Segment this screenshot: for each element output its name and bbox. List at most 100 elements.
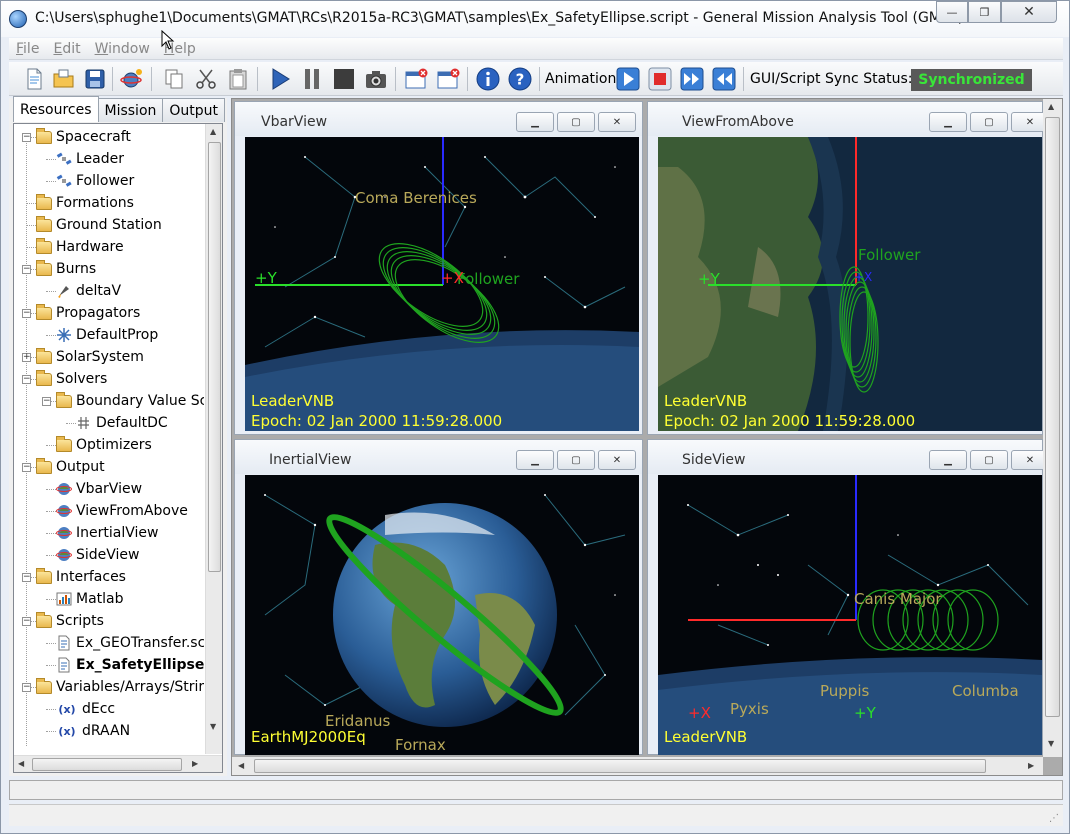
- scroll-right-arrow-icon[interactable]: ▶: [192, 759, 198, 768]
- tab-mission[interactable]: Mission: [97, 98, 164, 122]
- collapse-icon[interactable]: −: [22, 375, 31, 384]
- collapse-icon[interactable]: −: [22, 265, 31, 274]
- mdi-vertical-thumb[interactable]: [1045, 117, 1060, 717]
- close-button[interactable]: ✕: [1001, 1, 1057, 23]
- resize-grip-icon[interactable]: ⋰: [1049, 813, 1059, 824]
- tree-item-ground-station[interactable]: Ground Station: [36, 214, 162, 236]
- tab-resources[interactable]: Resources: [13, 96, 99, 122]
- vbarview-minimize-button[interactable]: ▁: [516, 112, 554, 132]
- tree-horizontal-thumb[interactable]: [32, 758, 182, 771]
- save-icon[interactable]: [82, 66, 108, 92]
- tree-item-hardware[interactable]: Hardware: [36, 236, 124, 258]
- sideview-maximize-button[interactable]: ▢: [970, 450, 1008, 470]
- tree-item-follower[interactable]: Follower: [56, 170, 134, 192]
- mdi-vertical-scrollbar[interactable]: ▲ ▼: [1043, 99, 1062, 757]
- info-icon[interactable]: [475, 66, 501, 92]
- close-children-icon[interactable]: [403, 66, 429, 92]
- menu-file[interactable]: File: [9, 41, 46, 57]
- menu-window[interactable]: Window: [88, 41, 157, 57]
- scroll-up-arrow-icon[interactable]: ▲: [210, 127, 216, 136]
- scroll-up-arrow-icon[interactable]: ▲: [1048, 102, 1054, 111]
- tree-item-defaultdc[interactable]: DefaultDC: [76, 412, 168, 434]
- collapse-icon[interactable]: −: [22, 617, 31, 626]
- collapse-icon[interactable]: −: [22, 463, 31, 472]
- tree-item-solarsystem[interactable]: SolarSystem: [36, 346, 144, 368]
- scroll-down-arrow-icon[interactable]: ▼: [1048, 739, 1054, 748]
- viewfromabove-maximize-button[interactable]: ▢: [970, 112, 1008, 132]
- run-icon[interactable]: [267, 66, 293, 92]
- tree-item-ex-safetyellipse-s[interactable]: Ex_SafetyEllipse.s: [56, 654, 204, 676]
- new-script-icon[interactable]: [21, 66, 47, 92]
- tree-item-optimizers[interactable]: Optimizers: [56, 434, 152, 456]
- mdi-horizontal-thumb[interactable]: [254, 759, 986, 773]
- tree-item-variables-arrays-strir[interactable]: Variables/Arrays/Strir: [36, 676, 204, 698]
- animation-stop-icon[interactable]: [647, 66, 673, 92]
- stop-icon[interactable]: [331, 66, 357, 92]
- minimize-button[interactable]: —: [936, 1, 968, 23]
- inertialview-maximize-button[interactable]: ▢: [557, 450, 595, 470]
- animation-slower-icon[interactable]: [711, 66, 737, 92]
- tree-item-interfaces[interactable]: Interfaces: [36, 566, 126, 588]
- cut-icon[interactable]: [193, 66, 219, 92]
- tree-vertical-thumb[interactable]: [208, 142, 221, 572]
- tree-item-ex-geotransfer-scr[interactable]: Ex_GEOTransfer.scr: [56, 632, 204, 654]
- tree-item-viewfromabove[interactable]: ViewFromAbove: [56, 500, 188, 522]
- scroll-down-arrow-icon[interactable]: ▼: [210, 722, 216, 731]
- pause-icon[interactable]: [299, 66, 325, 92]
- tree-item-burns[interactable]: Burns: [36, 258, 96, 280]
- tree-item-solvers[interactable]: Solvers: [36, 368, 107, 390]
- viewfromabove-window[interactable]: ViewFromAbove ▁ ▢ ✕ Follower +Y +X Leade…: [647, 101, 1049, 435]
- tree-item-formations[interactable]: Formations: [36, 192, 134, 214]
- tree-item-decc[interactable]: (x) dEcc: [56, 698, 115, 720]
- animation-play-icon[interactable]: [615, 66, 641, 92]
- help-icon[interactable]: ?: [507, 66, 533, 92]
- tree-item-boundary-value-sc[interactable]: Boundary Value Sc: [56, 390, 204, 412]
- tree-item-defaultprop[interactable]: DefaultProp: [56, 324, 158, 346]
- tree-item-sideview[interactable]: SideView: [56, 544, 140, 566]
- tree-item-output[interactable]: Output: [36, 456, 105, 478]
- screenshot-icon[interactable]: [363, 66, 389, 92]
- sideview-canvas[interactable]: [658, 475, 1042, 755]
- tree-item-leader[interactable]: Leader: [56, 148, 124, 170]
- vbarview-window[interactable]: VbarView ▁ ▢ ✕ Coma Berenices Follower +…: [234, 101, 643, 435]
- tree-item-draan[interactable]: (x) dRAAN: [56, 720, 130, 742]
- menu-edit[interactable]: Edit: [46, 41, 87, 57]
- sideview-window[interactable]: SideView ▁ ▢ ✕ Canis Major Pyxis Puppis …: [647, 439, 1049, 755]
- copy-icon[interactable]: [161, 66, 187, 92]
- tree-item-matlab[interactable]: Matlab: [56, 588, 124, 610]
- collapse-icon[interactable]: −: [22, 309, 31, 318]
- tree-item-inertialview[interactable]: InertialView: [56, 522, 158, 544]
- scroll-right-arrow-icon[interactable]: ▶: [1028, 761, 1034, 770]
- tree-item-vbarview[interactable]: VbarView: [56, 478, 142, 500]
- scroll-left-arrow-icon[interactable]: ◀: [18, 759, 24, 768]
- sideview-titlebar[interactable]: SideView ▁ ▢ ✕: [648, 440, 1049, 474]
- inertialview-minimize-button[interactable]: ▁: [516, 450, 554, 470]
- vbarview-maximize-button[interactable]: ▢: [557, 112, 595, 132]
- scroll-left-arrow-icon[interactable]: ◀: [238, 761, 244, 770]
- sideview-minimize-button[interactable]: ▁: [929, 450, 967, 470]
- tree-item-propagators[interactable]: Propagators: [36, 302, 140, 324]
- tree-item-dinc[interactable]: (x) dINC: [56, 742, 115, 746]
- mdi-horizontal-scrollbar[interactable]: ◀ ▶: [232, 757, 1043, 775]
- tree-item-spacecraft[interactable]: Spacecraft: [36, 126, 131, 148]
- vbarview-titlebar[interactable]: VbarView ▁ ▢ ✕: [235, 102, 642, 136]
- animation-faster-icon[interactable]: [679, 66, 705, 92]
- tree-item-deltav[interactable]: deltaV: [56, 280, 121, 302]
- tree-horizontal-scrollbar[interactable]: ◀ ▶: [14, 755, 222, 772]
- tree-vertical-scrollbar[interactable]: ▲ ▼: [205, 124, 222, 754]
- open-script-icon[interactable]: [51, 66, 77, 92]
- inertialview-canvas[interactable]: [245, 475, 639, 755]
- inertialview-close-button[interactable]: ✕: [598, 450, 636, 470]
- tree-item-scripts[interactable]: Scripts: [36, 610, 104, 632]
- viewfromabove-titlebar[interactable]: ViewFromAbove ▁ ▢ ✕: [648, 102, 1049, 136]
- orbit-view-tool-icon[interactable]: [119, 66, 145, 92]
- collapse-icon[interactable]: −: [22, 573, 31, 582]
- inertialview-titlebar[interactable]: InertialView ▁ ▢ ✕: [235, 440, 642, 474]
- viewfromabove-minimize-button[interactable]: ▁: [929, 112, 967, 132]
- collapse-icon[interactable]: −: [22, 133, 31, 142]
- collapse-icon[interactable]: −: [22, 683, 31, 692]
- expand-icon[interactable]: +: [22, 353, 31, 362]
- maximize-button[interactable]: ❐: [968, 1, 1001, 23]
- paste-icon[interactable]: [225, 66, 251, 92]
- inertialview-window[interactable]: InertialView ▁ ▢ ✕ Eridanus Fornax Earth…: [234, 439, 643, 755]
